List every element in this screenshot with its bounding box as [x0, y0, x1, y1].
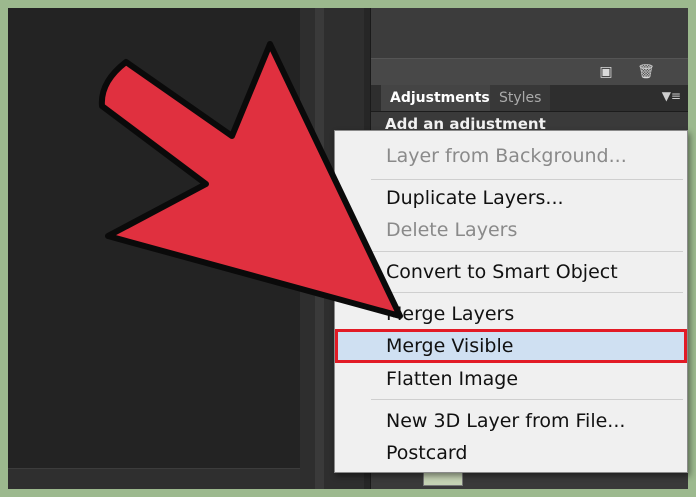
trash-icon[interactable]: 🗑: [637, 63, 655, 81]
panel-divider[interactable]: [315, 8, 324, 489]
document-canvas[interactable]: [8, 8, 300, 468]
menu-item-layer-from-background[interactable]: Layer from Background...: [335, 140, 687, 172]
menu-separator: [371, 292, 683, 293]
menu-item-delete-layers[interactable]: Delete Layers: [335, 214, 687, 246]
panel-icon-bar: ▣ 🗑: [371, 58, 688, 85]
menu-separator: [371, 179, 683, 180]
panel-tabs: Adjustments Styles ▼≡: [371, 85, 688, 112]
menu-item-convert-to-smart-object[interactable]: Convert to Smart Object: [335, 256, 687, 288]
tab-adjustments[interactable]: Adjustments: [381, 85, 499, 111]
menu-item-postcard[interactable]: Postcard: [335, 437, 687, 469]
tab-styles[interactable]: Styles: [490, 85, 551, 111]
menu-separator: [371, 399, 683, 400]
panel-top-area: [371, 8, 688, 58]
menu-item-new-3d-layer-from-file[interactable]: New 3D Layer from File...: [335, 405, 687, 437]
horizontal-scrollbar[interactable]: [8, 468, 300, 489]
menu-separator: [371, 251, 683, 252]
menu-item-merge-visible[interactable]: Merge Visible: [335, 330, 687, 362]
context-menu: Layer from Background... Duplicate Layer…: [334, 130, 688, 473]
new-layer-icon[interactable]: ▣: [597, 63, 615, 81]
menu-item-duplicate-layers[interactable]: Duplicate Layers...: [335, 182, 687, 214]
menu-item-merge-layers[interactable]: Merge Layers: [335, 298, 687, 330]
panel-menu-icon[interactable]: ▼≡: [662, 89, 681, 103]
menu-item-flatten-image[interactable]: Flatten Image: [335, 363, 687, 395]
